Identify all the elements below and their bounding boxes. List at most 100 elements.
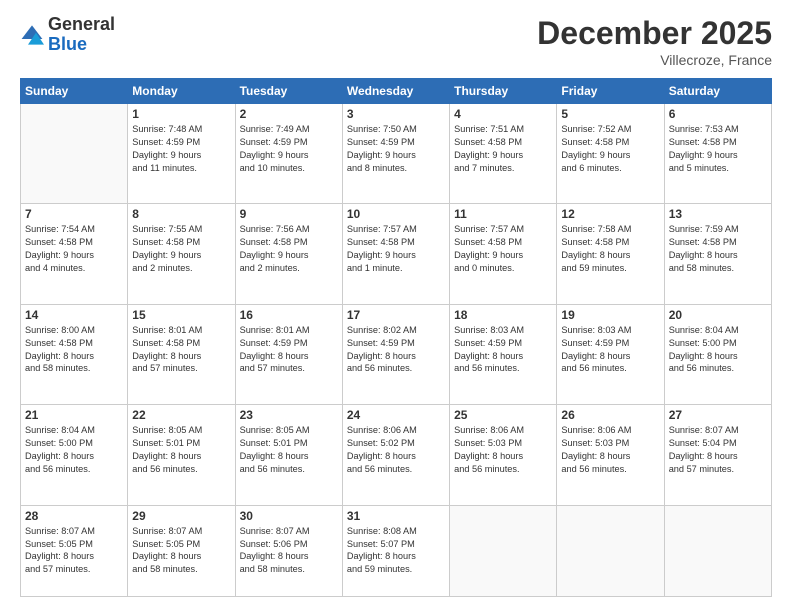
day-number: 27 bbox=[669, 408, 767, 422]
calendar-cell bbox=[557, 505, 664, 596]
day-number: 11 bbox=[454, 207, 552, 221]
day-info: Sunrise: 7:51 AM Sunset: 4:58 PM Dayligh… bbox=[454, 123, 552, 175]
day-info: Sunrise: 8:05 AM Sunset: 5:01 PM Dayligh… bbox=[240, 424, 338, 476]
day-info: Sunrise: 7:58 AM Sunset: 4:58 PM Dayligh… bbox=[561, 223, 659, 275]
day-info: Sunrise: 7:55 AM Sunset: 4:58 PM Dayligh… bbox=[132, 223, 230, 275]
day-number: 26 bbox=[561, 408, 659, 422]
day-number: 14 bbox=[25, 308, 123, 322]
location: Villecroze, France bbox=[537, 52, 772, 68]
calendar-cell: 10 Sunrise: 7:57 AM Sunset: 4:58 PM Dayli… bbox=[342, 204, 449, 304]
day-info: Sunrise: 7:57 AM Sunset: 4:58 PM Dayligh… bbox=[347, 223, 445, 275]
day-info: Sunrise: 8:06 AM Sunset: 5:03 PM Dayligh… bbox=[561, 424, 659, 476]
day-info: Sunrise: 7:50 AM Sunset: 4:59 PM Dayligh… bbox=[347, 123, 445, 175]
calendar-cell: 14 Sunrise: 8:00 AM Sunset: 4:58 PM Dayli… bbox=[21, 304, 128, 404]
logo-icon bbox=[20, 23, 44, 47]
calendar-header-row: Sunday Monday Tuesday Wednesday Thursday… bbox=[21, 79, 772, 104]
calendar-cell: 31 Sunrise: 8:08 AM Sunset: 5:07 PM Dayli… bbox=[342, 505, 449, 596]
day-number: 24 bbox=[347, 408, 445, 422]
day-info: Sunrise: 8:01 AM Sunset: 4:58 PM Dayligh… bbox=[132, 324, 230, 376]
calendar-cell: 13Sunrise: 7:59 AM Sunset: 4:58 PM Dayli… bbox=[664, 204, 771, 304]
calendar-cell bbox=[450, 505, 557, 596]
calendar-cell: 7 Sunrise: 7:54 AM Sunset: 4:58 PM Daylig… bbox=[21, 204, 128, 304]
page: General Blue December 2025 Villecroze, F… bbox=[0, 0, 792, 612]
calendar-cell: 24 Sunrise: 8:06 AM Sunset: 5:02 PM Dayli… bbox=[342, 405, 449, 505]
day-number: 9 bbox=[240, 207, 338, 221]
header-monday: Monday bbox=[128, 79, 235, 104]
calendar-cell: 18 Sunrise: 8:03 AM Sunset: 4:59 PM Dayli… bbox=[450, 304, 557, 404]
week-row-2: 7 Sunrise: 7:54 AM Sunset: 4:58 PM Daylig… bbox=[21, 204, 772, 304]
day-number: 25 bbox=[454, 408, 552, 422]
day-info: Sunrise: 8:04 AM Sunset: 5:00 PM Dayligh… bbox=[25, 424, 123, 476]
day-info: Sunrise: 8:08 AM Sunset: 5:07 PM Dayligh… bbox=[347, 525, 445, 577]
calendar-cell: 26 Sunrise: 8:06 AM Sunset: 5:03 PM Dayli… bbox=[557, 405, 664, 505]
calendar-cell: 29 Sunrise: 8:07 AM Sunset: 5:05 PM Dayli… bbox=[128, 505, 235, 596]
calendar-cell: 9Sunrise: 7:56 AM Sunset: 4:58 PM Daylig… bbox=[235, 204, 342, 304]
day-info: Sunrise: 8:07 AM Sunset: 5:06 PM Dayligh… bbox=[240, 525, 338, 577]
calendar-cell: 23 Sunrise: 8:05 AM Sunset: 5:01 PM Dayli… bbox=[235, 405, 342, 505]
day-number: 7 bbox=[25, 207, 123, 221]
week-row-4: 21 Sunrise: 8:04 AM Sunset: 5:00 PM Dayli… bbox=[21, 405, 772, 505]
calendar-cell: 15 Sunrise: 8:01 AM Sunset: 4:58 PM Dayli… bbox=[128, 304, 235, 404]
header-sunday: Sunday bbox=[21, 79, 128, 104]
calendar-cell: 30 Sunrise: 8:07 AM Sunset: 5:06 PM Dayli… bbox=[235, 505, 342, 596]
day-number: 8 bbox=[132, 207, 230, 221]
day-number: 23 bbox=[240, 408, 338, 422]
day-info: Sunrise: 8:00 AM Sunset: 4:58 PM Dayligh… bbox=[25, 324, 123, 376]
day-number: 5 bbox=[561, 107, 659, 121]
day-number: 3 bbox=[347, 107, 445, 121]
week-row-5: 28 Sunrise: 8:07 AM Sunset: 5:05 PM Dayli… bbox=[21, 505, 772, 596]
day-number: 22 bbox=[132, 408, 230, 422]
day-info: Sunrise: 8:07 AM Sunset: 5:04 PM Dayligh… bbox=[669, 424, 767, 476]
calendar-cell: 16Sunrise: 8:01 AM Sunset: 4:59 PM Dayli… bbox=[235, 304, 342, 404]
day-info: Sunrise: 7:57 AM Sunset: 4:58 PM Dayligh… bbox=[454, 223, 552, 275]
day-info: Sunrise: 8:07 AM Sunset: 5:05 PM Dayligh… bbox=[132, 525, 230, 577]
day-number: 29 bbox=[132, 509, 230, 523]
calendar-cell: 22Sunrise: 8:05 AM Sunset: 5:01 PM Dayli… bbox=[128, 405, 235, 505]
day-info: Sunrise: 7:53 AM Sunset: 4:58 PM Dayligh… bbox=[669, 123, 767, 175]
day-number: 18 bbox=[454, 308, 552, 322]
header-saturday: Saturday bbox=[664, 79, 771, 104]
week-row-3: 14 Sunrise: 8:00 AM Sunset: 4:58 PM Dayli… bbox=[21, 304, 772, 404]
logo: General Blue bbox=[20, 15, 115, 55]
day-info: Sunrise: 7:54 AM Sunset: 4:58 PM Dayligh… bbox=[25, 223, 123, 275]
day-number: 6 bbox=[669, 107, 767, 121]
day-number: 28 bbox=[25, 509, 123, 523]
day-info: Sunrise: 8:03 AM Sunset: 4:59 PM Dayligh… bbox=[561, 324, 659, 376]
calendar-table: Sunday Monday Tuesday Wednesday Thursday… bbox=[20, 78, 772, 597]
day-number: 21 bbox=[25, 408, 123, 422]
day-info: Sunrise: 8:04 AM Sunset: 5:00 PM Dayligh… bbox=[669, 324, 767, 376]
day-number: 31 bbox=[347, 509, 445, 523]
calendar-cell: 1Sunrise: 7:48 AM Sunset: 4:59 PM Daylig… bbox=[128, 104, 235, 204]
calendar-cell: 8 Sunrise: 7:55 AM Sunset: 4:58 PM Daylig… bbox=[128, 204, 235, 304]
day-number: 10 bbox=[347, 207, 445, 221]
calendar-cell: 5 Sunrise: 7:52 AM Sunset: 4:58 PM Daylig… bbox=[557, 104, 664, 204]
header: General Blue December 2025 Villecroze, F… bbox=[20, 15, 772, 68]
day-info: Sunrise: 8:06 AM Sunset: 5:02 PM Dayligh… bbox=[347, 424, 445, 476]
day-info: Sunrise: 8:03 AM Sunset: 4:59 PM Dayligh… bbox=[454, 324, 552, 376]
calendar-cell: 11 Sunrise: 7:57 AM Sunset: 4:58 PM Dayli… bbox=[450, 204, 557, 304]
day-info: Sunrise: 7:52 AM Sunset: 4:58 PM Dayligh… bbox=[561, 123, 659, 175]
day-number: 19 bbox=[561, 308, 659, 322]
day-info: Sunrise: 7:49 AM Sunset: 4:59 PM Dayligh… bbox=[240, 123, 338, 175]
week-row-1: 1Sunrise: 7:48 AM Sunset: 4:59 PM Daylig… bbox=[21, 104, 772, 204]
calendar-cell bbox=[664, 505, 771, 596]
day-info: Sunrise: 8:06 AM Sunset: 5:03 PM Dayligh… bbox=[454, 424, 552, 476]
month-title: December 2025 bbox=[537, 15, 772, 52]
calendar-cell: 6 Sunrise: 7:53 AM Sunset: 4:58 PM Daylig… bbox=[664, 104, 771, 204]
calendar-cell: 3 Sunrise: 7:50 AM Sunset: 4:59 PM Daylig… bbox=[342, 104, 449, 204]
header-tuesday: Tuesday bbox=[235, 79, 342, 104]
day-info: Sunrise: 8:02 AM Sunset: 4:59 PM Dayligh… bbox=[347, 324, 445, 376]
calendar-cell: 20Sunrise: 8:04 AM Sunset: 5:00 PM Dayli… bbox=[664, 304, 771, 404]
header-thursday: Thursday bbox=[450, 79, 557, 104]
header-wednesday: Wednesday bbox=[342, 79, 449, 104]
day-number: 30 bbox=[240, 509, 338, 523]
day-number: 13 bbox=[669, 207, 767, 221]
calendar-cell: 12Sunrise: 7:58 AM Sunset: 4:58 PM Dayli… bbox=[557, 204, 664, 304]
calendar-cell bbox=[21, 104, 128, 204]
calendar-cell: 17Sunrise: 8:02 AM Sunset: 4:59 PM Dayli… bbox=[342, 304, 449, 404]
day-number: 16 bbox=[240, 308, 338, 322]
title-area: December 2025 Villecroze, France bbox=[537, 15, 772, 68]
day-number: 15 bbox=[132, 308, 230, 322]
calendar-cell: 2Sunrise: 7:49 AM Sunset: 4:59 PM Daylig… bbox=[235, 104, 342, 204]
calendar-cell: 19 Sunrise: 8:03 AM Sunset: 4:59 PM Dayli… bbox=[557, 304, 664, 404]
